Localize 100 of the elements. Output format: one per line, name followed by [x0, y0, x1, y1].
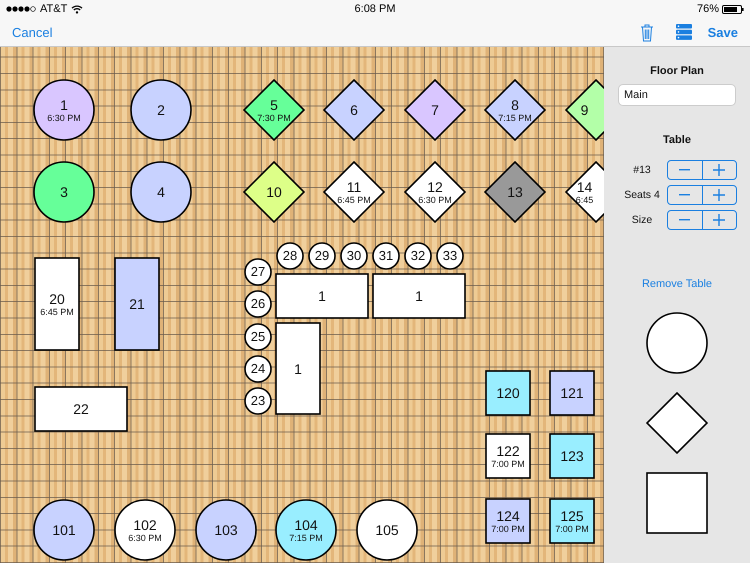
round-table[interactable] — [436, 242, 464, 270]
diamond-table[interactable] — [404, 79, 466, 141]
section-title: Floor Plan — [650, 65, 704, 77]
battery-percent: 76% — [696, 3, 719, 15]
reservation-time: 6:30 PM — [418, 194, 452, 206]
stepper-label: #13 — [632, 164, 652, 176]
table-number: 11 — [346, 178, 362, 194]
stepper-control[interactable] — [667, 185, 737, 205]
rect-table[interactable] — [485, 498, 531, 544]
table-number: 4 — [157, 184, 165, 200]
rect-table[interactable] — [114, 257, 160, 351]
stepper-control[interactable] — [667, 160, 737, 180]
round-table[interactable] — [33, 161, 95, 223]
reservation-time: 7:00 PM — [555, 524, 589, 534]
rect-table[interactable] — [549, 498, 595, 544]
clock-time: 6:08 PM — [354, 3, 396, 15]
reservation-time: 7:15 PM — [498, 112, 532, 124]
round-table[interactable] — [130, 79, 192, 141]
reservation-time: 7:15 PM — [289, 532, 323, 544]
server-stack-icon[interactable] — [676, 24, 692, 40]
floor-plan-name-field[interactable]: Main — [618, 84, 736, 106]
round-table[interactable] — [244, 258, 272, 286]
round-table[interactable] — [404, 242, 432, 270]
table-number: 102 — [133, 516, 157, 532]
round-table[interactable] — [372, 242, 400, 270]
rect-table[interactable] — [485, 370, 531, 416]
table-number: 121 — [560, 385, 584, 401]
palette-round-table[interactable] — [646, 312, 708, 374]
table-number: 24 — [250, 361, 266, 377]
rect-table[interactable] — [34, 257, 80, 351]
round-table[interactable] — [114, 499, 176, 561]
table-number: 123 — [560, 448, 584, 464]
save-button[interactable]: Save — [708, 24, 738, 40]
reservation-time: 6:45 PM — [337, 194, 371, 206]
table-number: 22 — [73, 401, 89, 417]
table-number: 1 — [60, 96, 68, 112]
table-number: 101 — [52, 522, 76, 538]
table-number: 7 — [431, 102, 439, 118]
rect-table[interactable] — [34, 386, 128, 432]
battery-icon — [722, 4, 744, 14]
trash-icon[interactable] — [640, 22, 654, 42]
round-table[interactable] — [275, 499, 337, 561]
round-table[interactable] — [244, 323, 272, 351]
round-table[interactable] — [244, 290, 272, 318]
diamond-table[interactable] — [243, 79, 305, 141]
diamond-table[interactable] — [404, 161, 466, 223]
diamond-table[interactable] — [484, 161, 546, 223]
table-number: 120 — [496, 385, 520, 401]
reservation-time: 6:30 PM — [128, 532, 162, 544]
table-number: 31 — [378, 248, 394, 264]
plus-icon — [713, 214, 726, 226]
round-table[interactable] — [340, 242, 368, 270]
rect-table[interactable] — [372, 273, 466, 319]
table-number: 21 — [129, 296, 145, 312]
reservation-time: 7:30 PM — [257, 112, 291, 124]
round-table[interactable] — [33, 499, 95, 561]
reservation-time: 6:45 PM — [40, 306, 74, 318]
table-number: 14 — [576, 178, 592, 194]
stepper-label: Seats 4 — [623, 189, 661, 201]
table-number: 122 — [496, 442, 520, 458]
signal-icon — [6, 6, 36, 12]
diamond-table[interactable] — [243, 161, 305, 223]
minus-icon — [679, 194, 690, 196]
table-number: 30 — [346, 248, 362, 264]
table-number: 3 — [60, 184, 68, 200]
diamond-table[interactable] — [484, 79, 546, 141]
table-number: 25 — [250, 329, 266, 345]
round-table[interactable] — [130, 161, 192, 223]
rect-table[interactable] — [549, 433, 595, 479]
stepper-control[interactable] — [667, 210, 737, 230]
rect-table[interactable] — [275, 273, 369, 319]
table-number: 13 — [507, 184, 523, 200]
round-table[interactable] — [356, 499, 418, 561]
round-table[interactable] — [33, 79, 95, 141]
table-number: 6 — [350, 102, 358, 118]
table-number: 8 — [511, 96, 519, 112]
cancel-button[interactable]: Cancel — [12, 24, 52, 40]
rect-table[interactable] — [275, 322, 321, 415]
rect-table[interactable] — [485, 433, 531, 479]
table-number: 26 — [250, 296, 266, 312]
rect-table[interactable] — [549, 370, 595, 416]
table-number: 27 — [250, 264, 266, 280]
reservation-time: 7:00 PM — [491, 458, 525, 470]
minus-icon — [679, 219, 690, 221]
table-number: 124 — [496, 508, 520, 524]
round-table[interactable] — [195, 499, 257, 561]
palette-rect-table[interactable] — [646, 472, 708, 534]
diamond-table[interactable] — [323, 161, 385, 223]
section-title: Table — [663, 134, 691, 146]
round-table[interactable] — [308, 242, 336, 270]
round-table[interactable] — [244, 387, 272, 415]
round-table[interactable] — [244, 355, 272, 383]
palette-diamond-table[interactable] — [646, 392, 708, 454]
diamond-table[interactable] — [323, 79, 385, 141]
round-table[interactable] — [276, 242, 304, 270]
wifi-icon — [71, 4, 84, 14]
table-number: 33 — [442, 248, 458, 264]
remove-table-link[interactable]: Remove Table — [642, 278, 712, 290]
plus-icon — [713, 164, 726, 176]
table-number: 12 — [427, 178, 443, 194]
